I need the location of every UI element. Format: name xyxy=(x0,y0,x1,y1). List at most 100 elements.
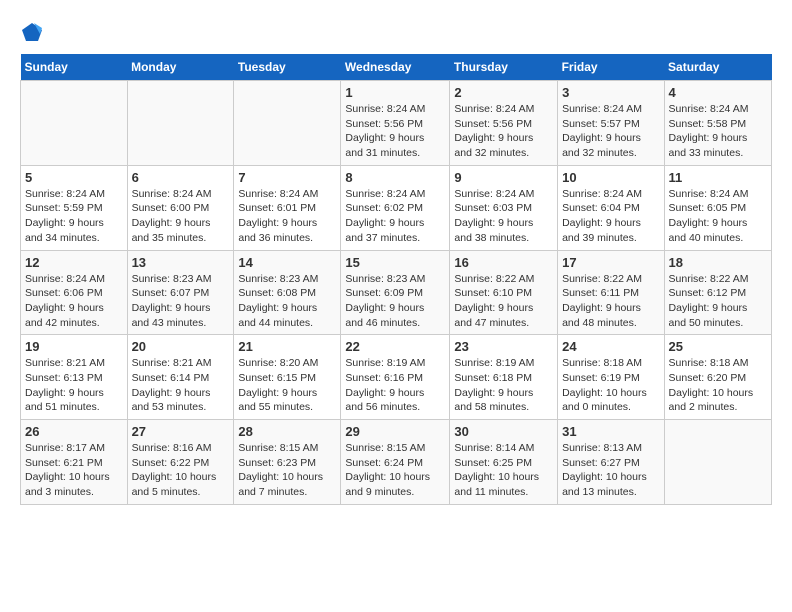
calendar-cell: 5 Sunrise: 8:24 AM Sunset: 5:59 PM Daylig… xyxy=(21,165,128,250)
cell-info: Sunrise: 8:22 AM Sunset: 6:12 PM Dayligh… xyxy=(669,272,767,331)
cell-info: Sunrise: 8:15 AM Sunset: 6:23 PM Dayligh… xyxy=(238,441,336,500)
day-number: 17 xyxy=(562,255,659,270)
calendar-cell: 13 Sunrise: 8:23 AM Sunset: 6:07 PM Dayli… xyxy=(127,250,234,335)
calendar-cell xyxy=(234,81,341,166)
cell-info: Sunrise: 8:24 AM Sunset: 6:04 PM Dayligh… xyxy=(562,187,659,246)
day-number: 11 xyxy=(669,170,767,185)
cell-info: Sunrise: 8:24 AM Sunset: 6:06 PM Dayligh… xyxy=(25,272,123,331)
cell-info: Sunrise: 8:18 AM Sunset: 6:19 PM Dayligh… xyxy=(562,356,659,415)
cell-info: Sunrise: 8:21 AM Sunset: 6:13 PM Dayligh… xyxy=(25,356,123,415)
cell-info: Sunrise: 8:24 AM Sunset: 6:01 PM Dayligh… xyxy=(238,187,336,246)
calendar-cell: 10 Sunrise: 8:24 AM Sunset: 6:04 PM Dayli… xyxy=(558,165,664,250)
calendar-cell: 17 Sunrise: 8:22 AM Sunset: 6:11 PM Dayli… xyxy=(558,250,664,335)
calendar-cell: 31Sunrise: 8:13 AM Sunset: 6:27 PM Dayli… xyxy=(558,420,664,505)
day-number: 18 xyxy=(669,255,767,270)
header-cell-tuesday: Tuesday xyxy=(234,54,341,81)
logo xyxy=(20,20,46,44)
calendar-cell: 29 Sunrise: 8:15 AM Sunset: 6:24 PM Dayli… xyxy=(341,420,450,505)
day-number: 4 xyxy=(669,85,767,100)
calendar-week-1: 5 Sunrise: 8:24 AM Sunset: 5:59 PM Daylig… xyxy=(21,165,772,250)
day-number: 23 xyxy=(454,339,553,354)
day-number: 24 xyxy=(562,339,659,354)
calendar-cell: 3 Sunrise: 8:24 AM Sunset: 5:57 PM Daylig… xyxy=(558,81,664,166)
calendar-header: SundayMondayTuesdayWednesdayThursdayFrid… xyxy=(21,54,772,81)
cell-info: Sunrise: 8:19 AM Sunset: 6:18 PM Dayligh… xyxy=(454,356,553,415)
header-cell-wednesday: Wednesday xyxy=(341,54,450,81)
cell-info: Sunrise: 8:15 AM Sunset: 6:24 PM Dayligh… xyxy=(345,441,445,500)
cell-info: Sunrise: 8:13 AM Sunset: 6:27 PM Dayligh… xyxy=(562,441,659,500)
calendar-cell: 8 Sunrise: 8:24 AM Sunset: 6:02 PM Daylig… xyxy=(341,165,450,250)
day-number: 20 xyxy=(132,339,230,354)
day-number: 6 xyxy=(132,170,230,185)
header-cell-friday: Friday xyxy=(558,54,664,81)
cell-info: Sunrise: 8:21 AM Sunset: 6:14 PM Dayligh… xyxy=(132,356,230,415)
day-number: 13 xyxy=(132,255,230,270)
header-row: SundayMondayTuesdayWednesdayThursdayFrid… xyxy=(21,54,772,81)
day-number: 8 xyxy=(345,170,445,185)
day-number: 14 xyxy=(238,255,336,270)
calendar-cell xyxy=(127,81,234,166)
calendar-cell: 18 Sunrise: 8:22 AM Sunset: 6:12 PM Dayli… xyxy=(664,250,771,335)
calendar-cell: 1Sunrise: 8:24 AM Sunset: 5:56 PM Daylig… xyxy=(341,81,450,166)
calendar-cell: 19 Sunrise: 8:21 AM Sunset: 6:13 PM Dayli… xyxy=(21,335,128,420)
cell-info: Sunrise: 8:24 AM Sunset: 6:02 PM Dayligh… xyxy=(345,187,445,246)
day-number: 10 xyxy=(562,170,659,185)
cell-info: Sunrise: 8:22 AM Sunset: 6:11 PM Dayligh… xyxy=(562,272,659,331)
day-number: 5 xyxy=(25,170,123,185)
calendar-cell: 7 Sunrise: 8:24 AM Sunset: 6:01 PM Daylig… xyxy=(234,165,341,250)
day-number: 16 xyxy=(454,255,553,270)
day-number: 12 xyxy=(25,255,123,270)
cell-info: Sunrise: 8:17 AM Sunset: 6:21 PM Dayligh… xyxy=(25,441,123,500)
calendar-week-3: 19 Sunrise: 8:21 AM Sunset: 6:13 PM Dayli… xyxy=(21,335,772,420)
cell-info: Sunrise: 8:24 AM Sunset: 6:03 PM Dayligh… xyxy=(454,187,553,246)
day-number: 15 xyxy=(345,255,445,270)
calendar-cell: 2Sunrise: 8:24 AM Sunset: 5:56 PM Daylig… xyxy=(450,81,558,166)
calendar-body: 1Sunrise: 8:24 AM Sunset: 5:56 PM Daylig… xyxy=(21,81,772,505)
calendar-cell: 27 Sunrise: 8:16 AM Sunset: 6:22 PM Dayli… xyxy=(127,420,234,505)
cell-info: Sunrise: 8:19 AM Sunset: 6:16 PM Dayligh… xyxy=(345,356,445,415)
calendar-cell: 9 Sunrise: 8:24 AM Sunset: 6:03 PM Daylig… xyxy=(450,165,558,250)
cell-info: Sunrise: 8:24 AM Sunset: 5:58 PM Dayligh… xyxy=(669,102,767,161)
calendar-cell: 24 Sunrise: 8:18 AM Sunset: 6:19 PM Dayli… xyxy=(558,335,664,420)
calendar-cell: 30Sunrise: 8:14 AM Sunset: 6:25 PM Dayli… xyxy=(450,420,558,505)
calendar-cell: 20 Sunrise: 8:21 AM Sunset: 6:14 PM Dayli… xyxy=(127,335,234,420)
calendar-cell: 4 Sunrise: 8:24 AM Sunset: 5:58 PM Daylig… xyxy=(664,81,771,166)
calendar-cell: 23 Sunrise: 8:19 AM Sunset: 6:18 PM Dayli… xyxy=(450,335,558,420)
cell-info: Sunrise: 8:16 AM Sunset: 6:22 PM Dayligh… xyxy=(132,441,230,500)
cell-info: Sunrise: 8:24 AM Sunset: 6:00 PM Dayligh… xyxy=(132,187,230,246)
calendar-week-2: 12 Sunrise: 8:24 AM Sunset: 6:06 PM Dayli… xyxy=(21,250,772,335)
calendar-cell: 14Sunrise: 8:23 AM Sunset: 6:08 PM Dayli… xyxy=(234,250,341,335)
day-number: 3 xyxy=(562,85,659,100)
cell-info: Sunrise: 8:23 AM Sunset: 6:07 PM Dayligh… xyxy=(132,272,230,331)
calendar-table: SundayMondayTuesdayWednesdayThursdayFrid… xyxy=(20,54,772,505)
cell-info: Sunrise: 8:20 AM Sunset: 6:15 PM Dayligh… xyxy=(238,356,336,415)
cell-info: Sunrise: 8:24 AM Sunset: 6:05 PM Dayligh… xyxy=(669,187,767,246)
calendar-cell: 25 Sunrise: 8:18 AM Sunset: 6:20 PM Dayli… xyxy=(664,335,771,420)
cell-info: Sunrise: 8:24 AM Sunset: 5:56 PM Dayligh… xyxy=(454,102,553,161)
calendar-week-4: 26Sunrise: 8:17 AM Sunset: 6:21 PM Dayli… xyxy=(21,420,772,505)
header-cell-sunday: Sunday xyxy=(21,54,128,81)
logo-icon xyxy=(20,20,44,44)
cell-info: Sunrise: 8:24 AM Sunset: 5:59 PM Dayligh… xyxy=(25,187,123,246)
calendar-cell: 22 Sunrise: 8:19 AM Sunset: 6:16 PM Dayli… xyxy=(341,335,450,420)
day-number: 9 xyxy=(454,170,553,185)
day-number: 29 xyxy=(345,424,445,439)
day-number: 28 xyxy=(238,424,336,439)
day-number: 27 xyxy=(132,424,230,439)
calendar-cell: 11 Sunrise: 8:24 AM Sunset: 6:05 PM Dayli… xyxy=(664,165,771,250)
day-number: 25 xyxy=(669,339,767,354)
calendar-cell: 21Sunrise: 8:20 AM Sunset: 6:15 PM Dayli… xyxy=(234,335,341,420)
calendar-cell: 26Sunrise: 8:17 AM Sunset: 6:21 PM Dayli… xyxy=(21,420,128,505)
cell-info: Sunrise: 8:14 AM Sunset: 6:25 PM Dayligh… xyxy=(454,441,553,500)
calendar-cell: 15 Sunrise: 8:23 AM Sunset: 6:09 PM Dayli… xyxy=(341,250,450,335)
header-cell-saturday: Saturday xyxy=(664,54,771,81)
calendar-cell xyxy=(664,420,771,505)
cell-info: Sunrise: 8:23 AM Sunset: 6:09 PM Dayligh… xyxy=(345,272,445,331)
cell-info: Sunrise: 8:24 AM Sunset: 5:57 PM Dayligh… xyxy=(562,102,659,161)
day-number: 22 xyxy=(345,339,445,354)
calendar-cell: 28 Sunrise: 8:15 AM Sunset: 6:23 PM Dayli… xyxy=(234,420,341,505)
day-number: 19 xyxy=(25,339,123,354)
cell-info: Sunrise: 8:22 AM Sunset: 6:10 PM Dayligh… xyxy=(454,272,553,331)
cell-info: Sunrise: 8:18 AM Sunset: 6:20 PM Dayligh… xyxy=(669,356,767,415)
day-number: 7 xyxy=(238,170,336,185)
